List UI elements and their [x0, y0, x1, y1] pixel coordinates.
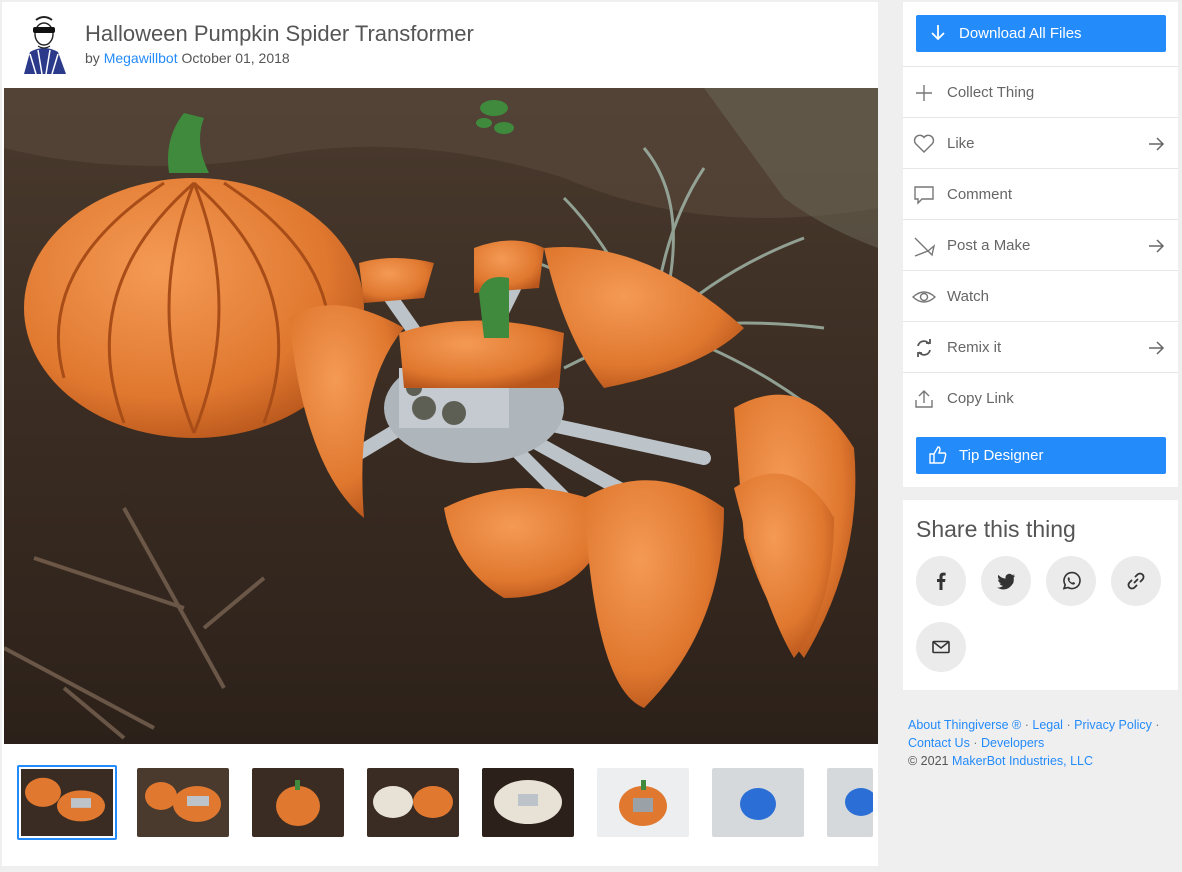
share-title: Share this thing — [916, 516, 1076, 542]
download-all-files-label: Download All Files — [959, 25, 1082, 42]
thumbnail-8[interactable] — [827, 768, 873, 837]
tip-designer-label: Tip Designer — [959, 447, 1044, 464]
legal-link[interactable]: Legal — [1032, 718, 1063, 732]
actions-card: Download All Files Collect Thing Like Co… — [903, 2, 1178, 487]
arrow-right-icon — [1149, 137, 1165, 151]
footer: About Thingiverse ® · Legal · Privacy Po… — [908, 716, 1176, 770]
post-a-make-label: Post a Make — [947, 237, 1031, 254]
remix-it-label: Remix it — [947, 339, 1002, 356]
byline: by Megawillbot October 01, 2018 — [85, 50, 290, 66]
thing-card: Halloween Pumpkin Spider Transformer by … — [2, 2, 878, 866]
copyright-text: © 2021 — [908, 754, 949, 768]
download-icon — [931, 25, 945, 41]
avatar[interactable] — [16, 14, 72, 74]
main-image[interactable] — [4, 88, 878, 744]
thumbnail-1[interactable] — [17, 765, 117, 840]
post-make-icon — [914, 237, 936, 257]
share-link-button[interactable] — [1111, 556, 1161, 606]
privacy-policy-link[interactable]: Privacy Policy — [1074, 718, 1152, 732]
twitter-icon — [997, 573, 1015, 590]
byline-prefix: by — [85, 50, 100, 66]
thumbnail-7[interactable] — [712, 768, 804, 837]
copy-link-label: Copy Link — [947, 390, 1014, 407]
share-twitter-button[interactable] — [981, 556, 1031, 606]
arrow-right-icon — [1149, 239, 1165, 253]
facebook-icon — [937, 572, 946, 590]
post-a-make-button[interactable]: Post a Make — [903, 219, 1178, 270]
footer-line-3: © 2021 MakerBot Industries, LLC — [908, 752, 1176, 770]
footer-line-1: About Thingiverse ® · Legal · Privacy Po… — [908, 716, 1176, 734]
plus-icon — [916, 85, 932, 101]
eye-icon — [912, 291, 936, 303]
heart-icon — [913, 134, 935, 153]
comment-icon — [914, 186, 934, 205]
publish-date: October 01, 2018 — [181, 50, 290, 66]
download-all-files-button[interactable]: Download All Files — [916, 15, 1166, 52]
mail-icon — [932, 640, 950, 654]
registered-mark: ® — [1012, 718, 1022, 732]
contact-us-link[interactable]: Contact Us — [908, 736, 970, 750]
share-email-button[interactable] — [916, 622, 966, 672]
thumbnail-3[interactable] — [252, 768, 344, 837]
collect-thing-label: Collect Thing — [947, 84, 1035, 101]
comment-label: Comment — [947, 186, 1013, 203]
upload-icon — [915, 390, 933, 408]
share-card: Share this thing — [903, 500, 1178, 690]
developers-link[interactable]: Developers — [981, 736, 1044, 750]
like-button[interactable]: Like — [903, 117, 1178, 168]
page-title: Halloween Pumpkin Spider Transformer — [85, 21, 474, 46]
comment-button[interactable]: Comment — [903, 168, 1178, 219]
footer-line-2: Contact Us · Developers — [908, 734, 1176, 752]
whatsapp-icon — [1062, 571, 1081, 590]
thing-header: Halloween Pumpkin Spider Transformer by … — [2, 2, 878, 86]
makerbot-link[interactable]: MakerBot Industries, LLC — [952, 754, 1093, 768]
thumbnail-4[interactable] — [367, 768, 459, 837]
share-facebook-button[interactable] — [916, 556, 966, 606]
thumbnail-5[interactable] — [482, 768, 574, 837]
thumbnail-6[interactable] — [597, 768, 689, 837]
thumbs-up-icon — [929, 446, 947, 464]
footer-separator: · — [1066, 718, 1071, 732]
link-icon — [1127, 572, 1145, 590]
author-link[interactable]: Megawillbot — [104, 50, 178, 66]
copy-link-button[interactable]: Copy Link — [903, 372, 1178, 423]
share-whatsapp-button[interactable] — [1046, 556, 1096, 606]
footer-separator: · — [1155, 718, 1160, 732]
tip-designer-button[interactable]: Tip Designer — [916, 437, 1166, 474]
thumbnail-strip — [2, 765, 878, 845]
collect-thing-button[interactable]: Collect Thing — [903, 66, 1178, 117]
watch-label: Watch — [947, 288, 989, 305]
arrow-right-icon — [1149, 341, 1165, 355]
remix-icon — [917, 339, 931, 357]
thumbnail-2[interactable] — [137, 768, 229, 837]
about-thingiverse-link[interactable]: About Thingiverse — [908, 718, 1009, 732]
footer-separator: · — [1024, 718, 1029, 732]
watch-button[interactable]: Watch — [903, 270, 1178, 321]
like-label: Like — [947, 135, 975, 152]
remix-it-button[interactable]: Remix it — [903, 321, 1178, 372]
footer-separator: · — [973, 736, 978, 750]
